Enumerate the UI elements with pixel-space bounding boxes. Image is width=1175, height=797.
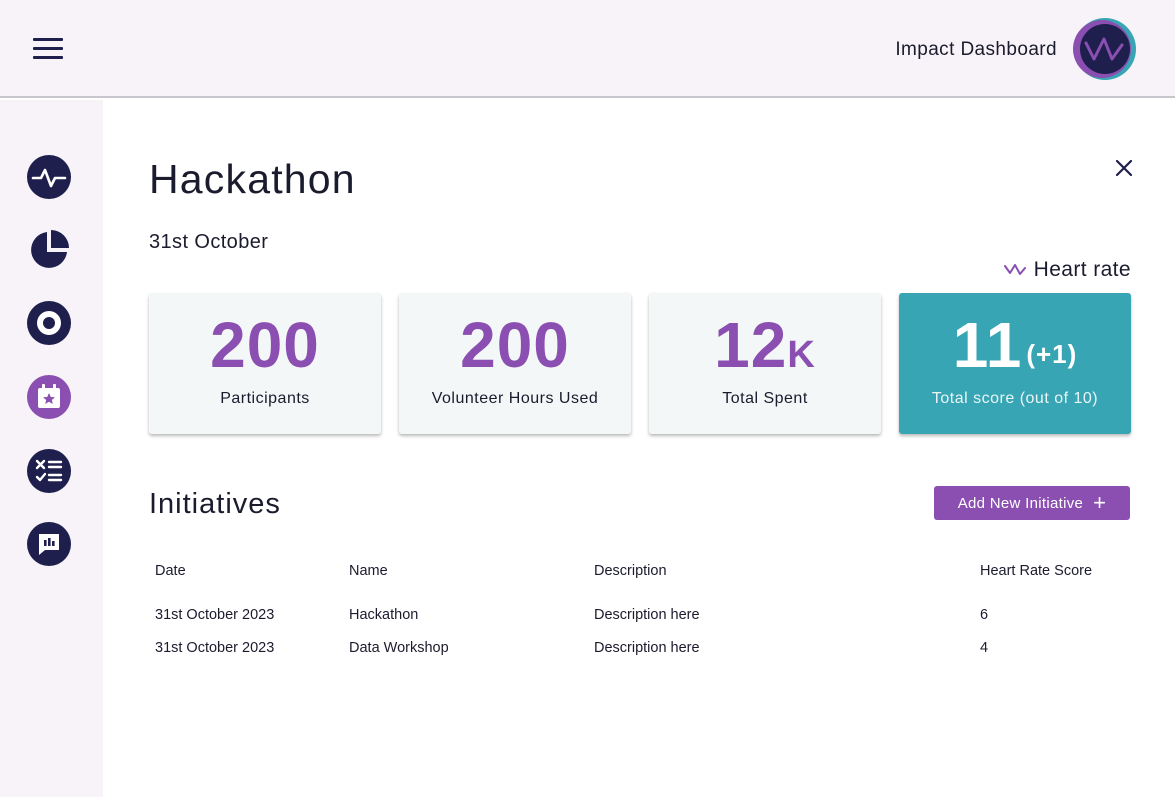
column-header-name[interactable]: Name (349, 563, 388, 579)
cell-heart-rate-score: 6 (980, 607, 989, 623)
stat-label: Total Spent (722, 390, 808, 407)
participants-card: 200 Participants (149, 293, 381, 434)
cell-heart-rate-score: 4 (980, 640, 989, 656)
checklist-icon[interactable] (27, 449, 71, 493)
main-content: Hackathon 31st October Heart rate 200 Pa… (103, 100, 1175, 797)
stat-label: Participants (220, 390, 310, 407)
cell-name: Hackathon (349, 607, 419, 623)
stat-value: 12K (714, 309, 816, 381)
column-header-heart-rate-score[interactable]: Heart Rate Score (980, 563, 1092, 579)
plus-icon: + (1093, 490, 1107, 515)
volunteer-hours-card: 200 Volunteer Hours Used (399, 293, 631, 434)
event-calendar-icon[interactable] (27, 375, 71, 419)
add-button-label: Add New Initiative (957, 494, 1084, 512)
add-new-initiative-button[interactable]: Add New Initiative + (934, 486, 1130, 520)
cell-description: Description here (594, 640, 700, 656)
pulse-icon[interactable] (27, 155, 71, 199)
app-logo-icon[interactable] (1072, 17, 1138, 81)
score-delta: (+1) (1026, 339, 1078, 369)
app-title: Impact Dashboard (895, 39, 1057, 60)
top-bar: Impact Dashboard (0, 0, 1175, 98)
column-header-date[interactable]: Date (155, 563, 186, 579)
heart-rate-label: Heart rate (1033, 258, 1131, 281)
bar-chart-icon[interactable] (27, 522, 71, 566)
table-header-row: Date Name Description Heart Rate Score (155, 563, 1130, 607)
stat-label: Volunteer Hours Used (431, 390, 599, 407)
table-row[interactable]: 31st October 2023 Hackathon Description … (155, 607, 1130, 640)
heart-rate-legend: Heart rate (1003, 258, 1131, 282)
total-score-card: 11 (+1) Total score (out of 10) (899, 293, 1131, 434)
stat-value: 11 (+1) (952, 309, 1078, 381)
close-icon[interactable] (1112, 156, 1136, 180)
stat-suffix: K (787, 334, 816, 376)
cell-date: 31st October 2023 (155, 607, 275, 623)
pie-chart-icon[interactable] (27, 228, 71, 272)
stat-value: 200 (210, 309, 320, 381)
table-row[interactable]: 31st October 2023 Data Workshop Descript… (155, 640, 1130, 673)
sidebar (0, 100, 103, 797)
cell-name: Data Workshop (349, 640, 449, 656)
target-icon[interactable] (27, 301, 71, 345)
column-header-description[interactable]: Description (594, 563, 667, 579)
initiatives-table: Date Name Description Heart Rate Score 3… (155, 563, 1130, 673)
page-title: Hackathon (149, 156, 356, 202)
cell-date: 31st October 2023 (155, 640, 275, 656)
menu-icon[interactable] (33, 38, 63, 60)
total-spent-card: 12K Total Spent (649, 293, 881, 434)
stat-label: Total score (out of 10) (931, 390, 1099, 407)
stat-value: 200 (460, 309, 570, 381)
initiatives-title: Initiatives (149, 488, 281, 520)
event-date: 31st October (149, 231, 269, 253)
cell-description: Description here (594, 607, 700, 623)
heart-rate-icon (1003, 264, 1026, 275)
